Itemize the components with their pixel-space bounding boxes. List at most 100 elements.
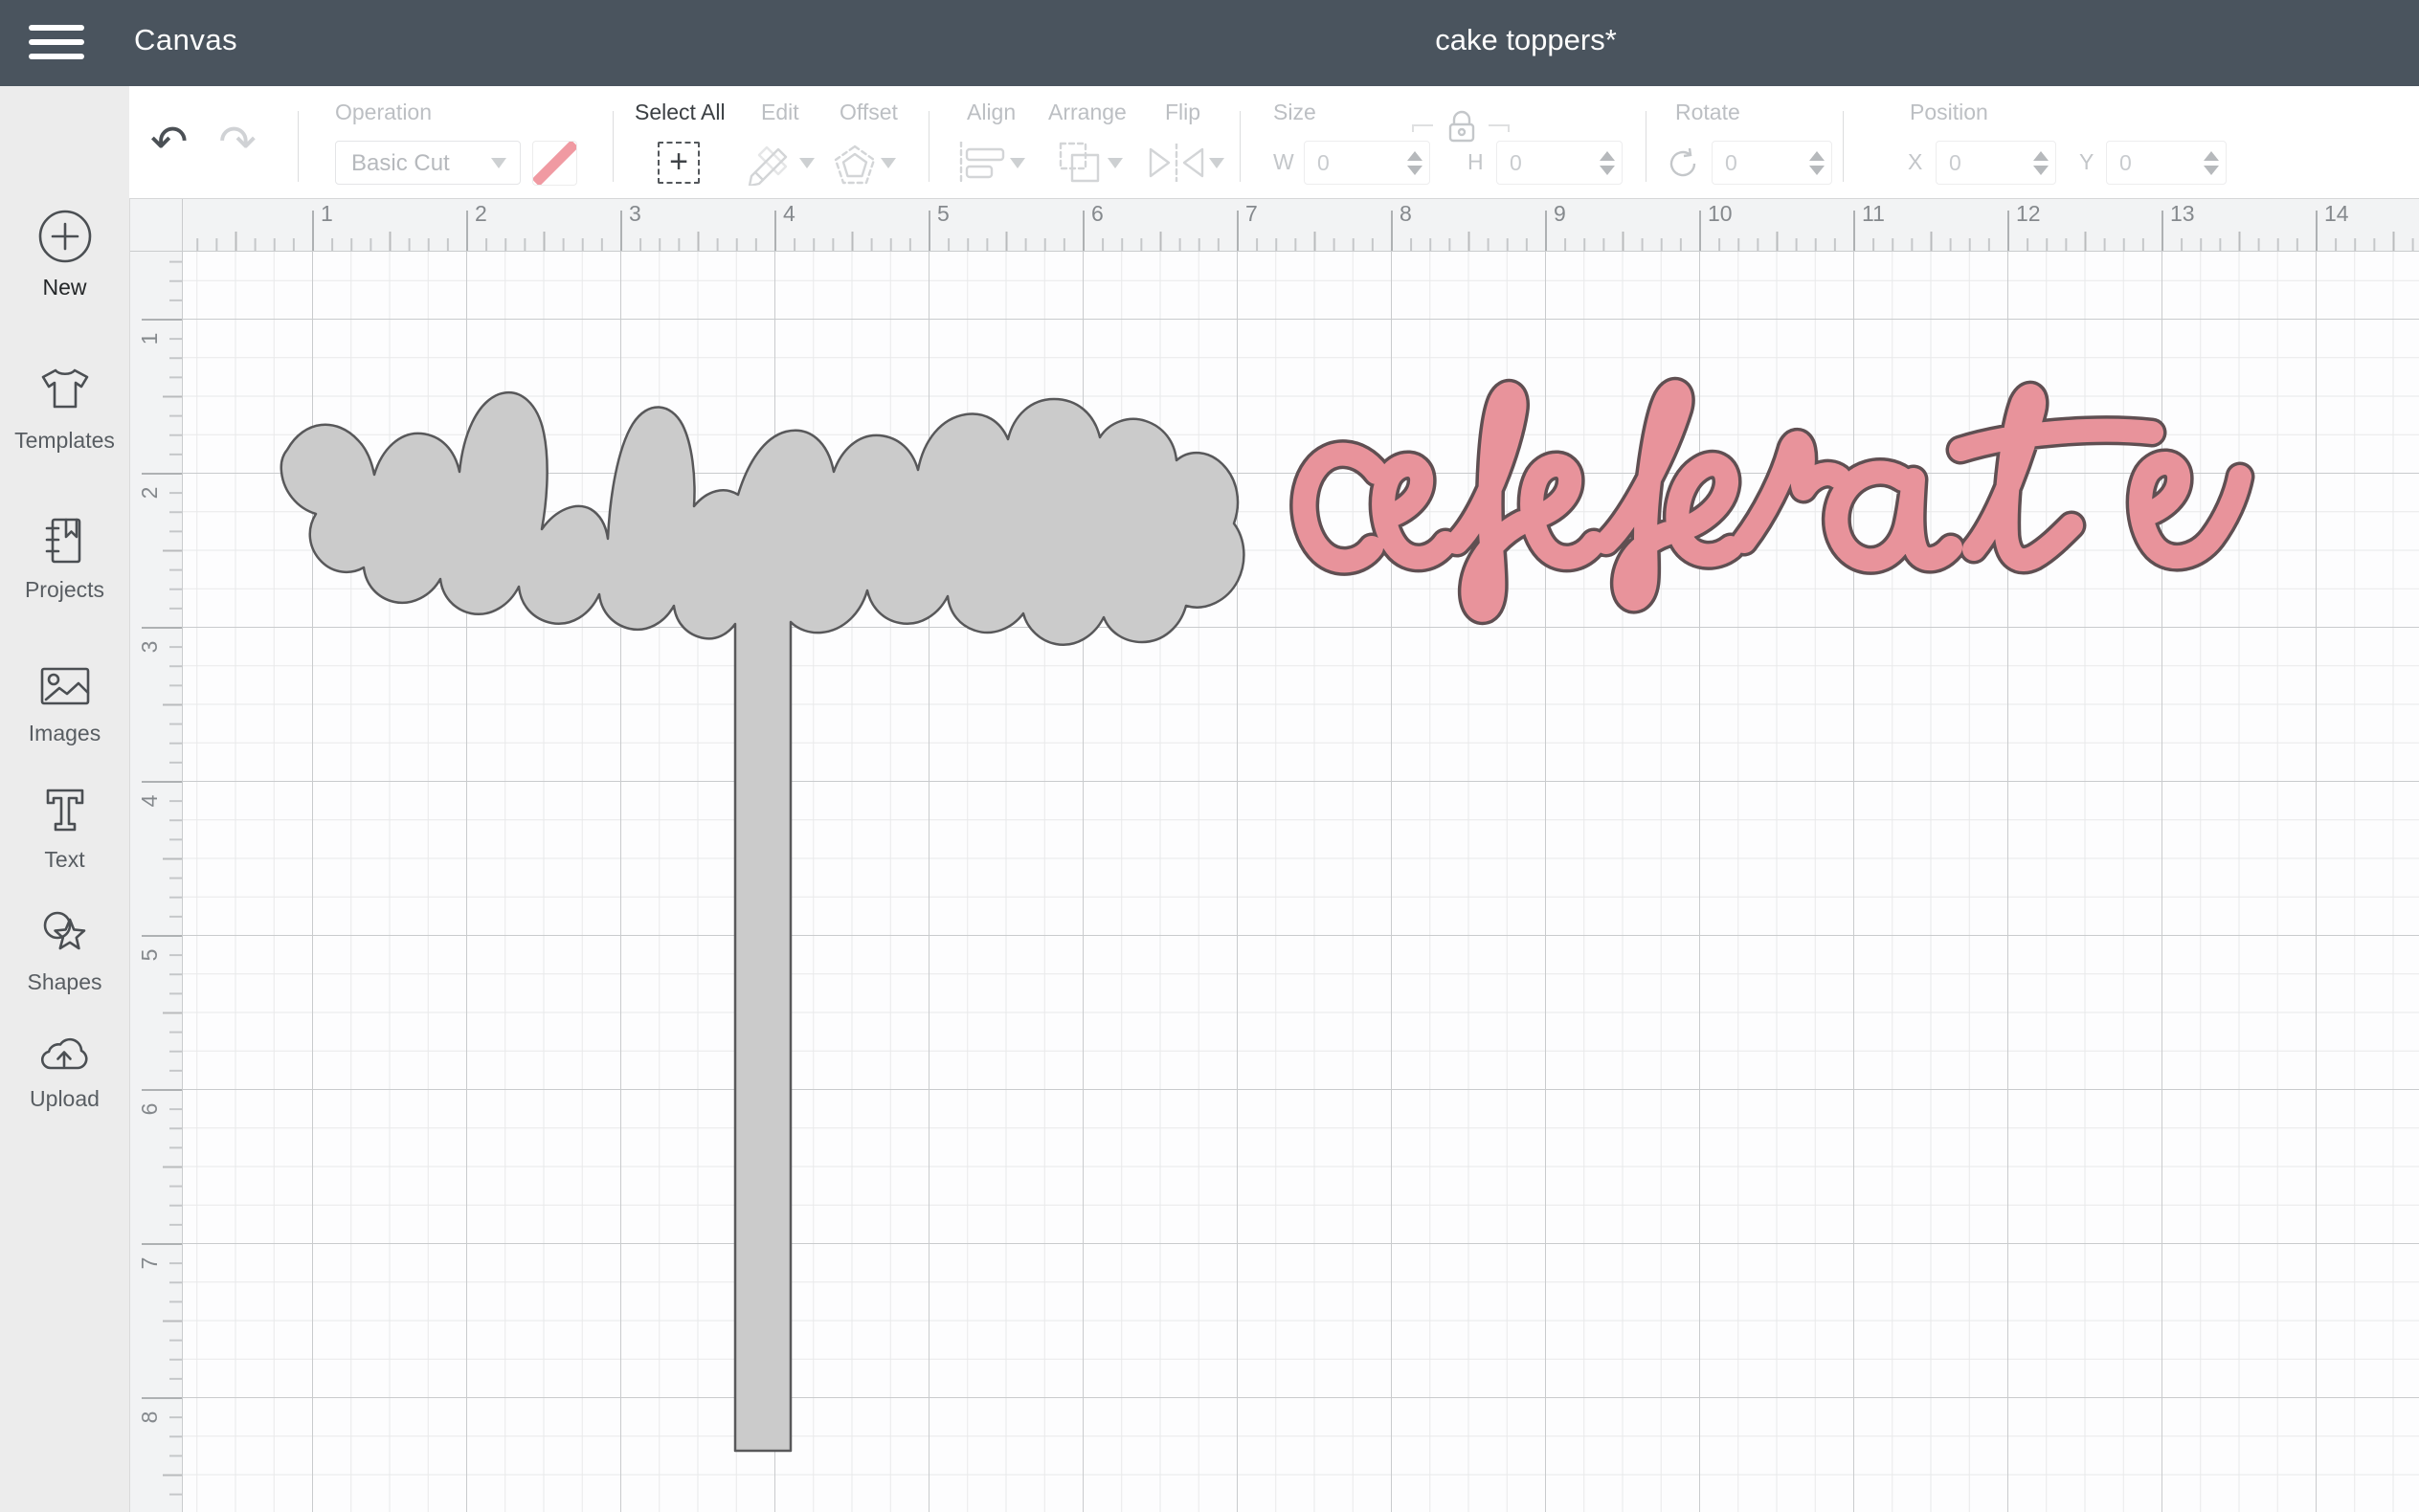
y-value: 0 — [2107, 150, 2197, 176]
height-input[interactable]: 0 — [1496, 141, 1623, 185]
operation-value: Basic Cut — [351, 150, 450, 177]
v-ruler-number: 5 — [137, 943, 162, 967]
offset-label: Offset — [840, 100, 898, 125]
height-value: 0 — [1497, 150, 1593, 176]
rotate-icon — [1665, 145, 1701, 182]
celebrate-script[interactable] — [1305, 391, 2240, 610]
left-sidebar: New Templates Projects Images Text Shape… — [0, 86, 130, 1512]
sidebar-item-label: New — [0, 275, 129, 300]
sidebar-item-new[interactable]: New — [0, 209, 129, 300]
position-label: Position — [1910, 100, 1988, 125]
circle-star-icon — [37, 907, 93, 959]
chevron-down-icon — [799, 158, 815, 168]
operation-label: Operation — [335, 100, 432, 125]
operation-dropdown[interactable]: Basic Cut — [335, 141, 521, 185]
pentagon-offset-icon — [831, 142, 879, 186]
flip-button[interactable] — [1146, 144, 1207, 187]
vertical-ruler: 12345678 — [129, 251, 183, 1512]
edit-button[interactable] — [746, 142, 799, 190]
width-stepper[interactable] — [1400, 142, 1429, 184]
y-stepper[interactable] — [2197, 142, 2226, 184]
canvas-objects-layer — [182, 251, 2419, 1512]
h-ruler-number: 2 — [475, 201, 487, 227]
x-stepper[interactable] — [2027, 142, 2055, 184]
h-ruler-number: 6 — [1091, 201, 1104, 227]
divider — [1240, 111, 1241, 182]
cricut-design-space-canvas: { "topbar": { "app_section": "Canvas", "… — [0, 0, 2419, 1512]
height-stepper[interactable] — [1593, 142, 1622, 184]
select-all-label: Select All — [635, 100, 726, 125]
rotate-stepper[interactable] — [1803, 142, 1831, 184]
v-ruler-number: 7 — [137, 1251, 162, 1276]
height-label: H — [1467, 149, 1484, 175]
divider — [298, 111, 299, 182]
lock-bracket — [1412, 124, 1433, 126]
chevron-down-icon — [881, 158, 896, 168]
select-all-button[interactable]: + — [658, 142, 700, 184]
align-button[interactable] — [957, 142, 1007, 189]
picture-icon — [37, 662, 93, 710]
redo-icon[interactable]: ↷ — [218, 116, 256, 167]
lock-icon — [1442, 107, 1482, 144]
offset-button[interactable] — [831, 142, 879, 190]
top-bar: Canvas cake toppers* — [0, 0, 2419, 86]
sidebar-item-label: Shapes — [0, 969, 129, 995]
rotate-value: 0 — [1713, 150, 1803, 176]
align-label: Align — [967, 100, 1016, 125]
lock-bracket — [1489, 124, 1510, 126]
celebrate-fill — [1305, 391, 2240, 610]
notebook-bookmark-icon — [38, 515, 92, 567]
y-position-input[interactable]: 0 — [2106, 141, 2227, 185]
sidebar-item-upload[interactable]: Upload — [0, 1030, 129, 1112]
v-ruler-number: 2 — [137, 480, 162, 505]
v-ruler-number: 8 — [137, 1405, 162, 1430]
plus-circle-icon — [37, 209, 93, 264]
chevron-down-icon — [491, 158, 506, 168]
h-ruler-number: 9 — [1554, 201, 1566, 227]
h-ruler-number: 11 — [1862, 201, 1885, 227]
h-ruler-number: 10 — [1708, 201, 1733, 227]
pink-diagonal-icon — [532, 141, 577, 186]
align-left-icon — [957, 142, 1007, 184]
chevron-down-icon — [1010, 158, 1025, 168]
sidebar-item-shapes[interactable]: Shapes — [0, 907, 129, 995]
tshirt-icon — [37, 362, 93, 417]
h-ruler-number: 8 — [1400, 201, 1412, 227]
edit-toolbar: ↶↷ Operation Basic Cut Select All + Edit… — [129, 86, 2419, 199]
arrange-label: Arrange — [1048, 100, 1127, 125]
h-ruler-number: 1 — [321, 201, 333, 227]
v-ruler-number: 1 — [137, 326, 162, 351]
hamburger-menu-icon[interactable] — [29, 25, 84, 61]
h-ruler-number: 7 — [1245, 201, 1258, 227]
v-ruler-number: 6 — [137, 1097, 162, 1122]
project-title[interactable]: cake toppers* — [1435, 23, 1617, 57]
color-swatch[interactable] — [532, 141, 577, 186]
undo-icon[interactable]: ↶ — [150, 116, 188, 167]
arrange-button[interactable] — [1056, 140, 1104, 190]
divider — [613, 111, 614, 182]
rotate-input[interactable]: 0 — [1712, 141, 1832, 185]
flip-label: Flip — [1165, 100, 1200, 125]
cake-topper-base-shape[interactable] — [281, 392, 1244, 1451]
x-position-input[interactable]: 0 — [1936, 141, 2056, 185]
sidebar-item-images[interactable]: Images — [0, 662, 129, 746]
y-label: Y — [2079, 149, 2094, 175]
h-ruler-number: 4 — [783, 201, 795, 227]
x-value: 0 — [1937, 150, 2027, 176]
sidebar-item-templates[interactable]: Templates — [0, 362, 129, 454]
sidebar-item-text[interactable]: Text — [0, 783, 129, 873]
sidebar-item-label: Templates — [0, 428, 129, 454]
width-input[interactable]: 0 — [1304, 141, 1430, 185]
ruler-corner — [129, 198, 183, 252]
divider — [1843, 111, 1844, 182]
sidebar-item-label: Projects — [0, 577, 129, 603]
divider — [929, 111, 930, 182]
x-label: X — [1908, 149, 1922, 175]
pencil-ruler-icon — [746, 142, 799, 186]
canvas-section-label: Canvas — [134, 23, 237, 57]
horizontal-ruler: 1234567891011121314 — [182, 198, 2419, 252]
lock-aspect-button[interactable] — [1442, 107, 1482, 148]
size-label: Size — [1273, 100, 1316, 125]
sidebar-item-projects[interactable]: Projects — [0, 515, 129, 603]
h-ruler-number: 3 — [629, 201, 641, 227]
